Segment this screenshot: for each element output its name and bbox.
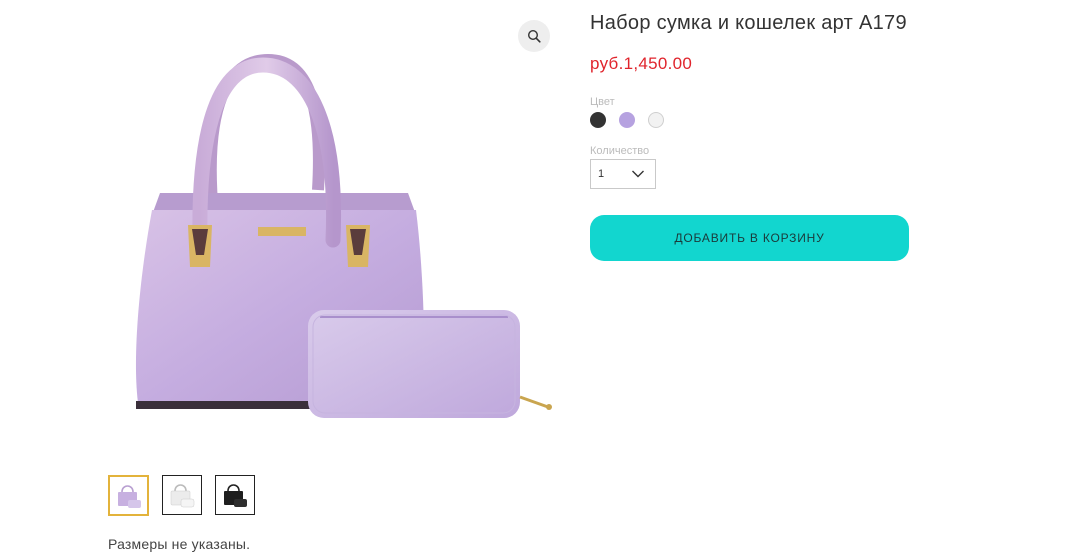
- color-swatch-black[interactable]: [590, 112, 606, 128]
- color-swatches: [590, 112, 920, 128]
- product-gallery: [108, 15, 560, 455]
- thumbnail-white-image: [170, 484, 195, 508]
- product-main-image[interactable]: [108, 15, 560, 455]
- magnifier-icon: [527, 29, 541, 43]
- zoom-button[interactable]: [518, 20, 550, 52]
- product-info: Набор сумка и кошелек арт A179 руб.1,450…: [590, 12, 920, 261]
- color-swatch-lilac[interactable]: [619, 112, 635, 128]
- quantity-label: Количество: [590, 145, 650, 157]
- thumbnail-strip: [108, 475, 255, 516]
- color-swatch-white[interactable]: [648, 112, 664, 128]
- sizes-note: Размеры не указаны.: [108, 536, 251, 552]
- thumbnail-white-set[interactable]: [162, 475, 202, 515]
- add-to-cart-button[interactable]: ДОБАВИТЬ В КОРЗИНУ: [590, 215, 909, 261]
- color-label: Цвет: [590, 96, 615, 108]
- thumbnail-lilac-image: [117, 484, 141, 508]
- product-price: руб.1,450.00: [590, 54, 693, 73]
- thumbnail-black-image: [224, 484, 247, 507]
- chevron-down-icon: [632, 170, 644, 178]
- quantity-select[interactable]: 1: [590, 159, 656, 189]
- thumbnail-lilac-set[interactable]: [108, 475, 149, 516]
- product-title: Набор сумка и кошелек арт A179: [590, 12, 907, 34]
- quantity-value: 1: [598, 168, 605, 180]
- thumbnail-black-set[interactable]: [215, 475, 255, 515]
